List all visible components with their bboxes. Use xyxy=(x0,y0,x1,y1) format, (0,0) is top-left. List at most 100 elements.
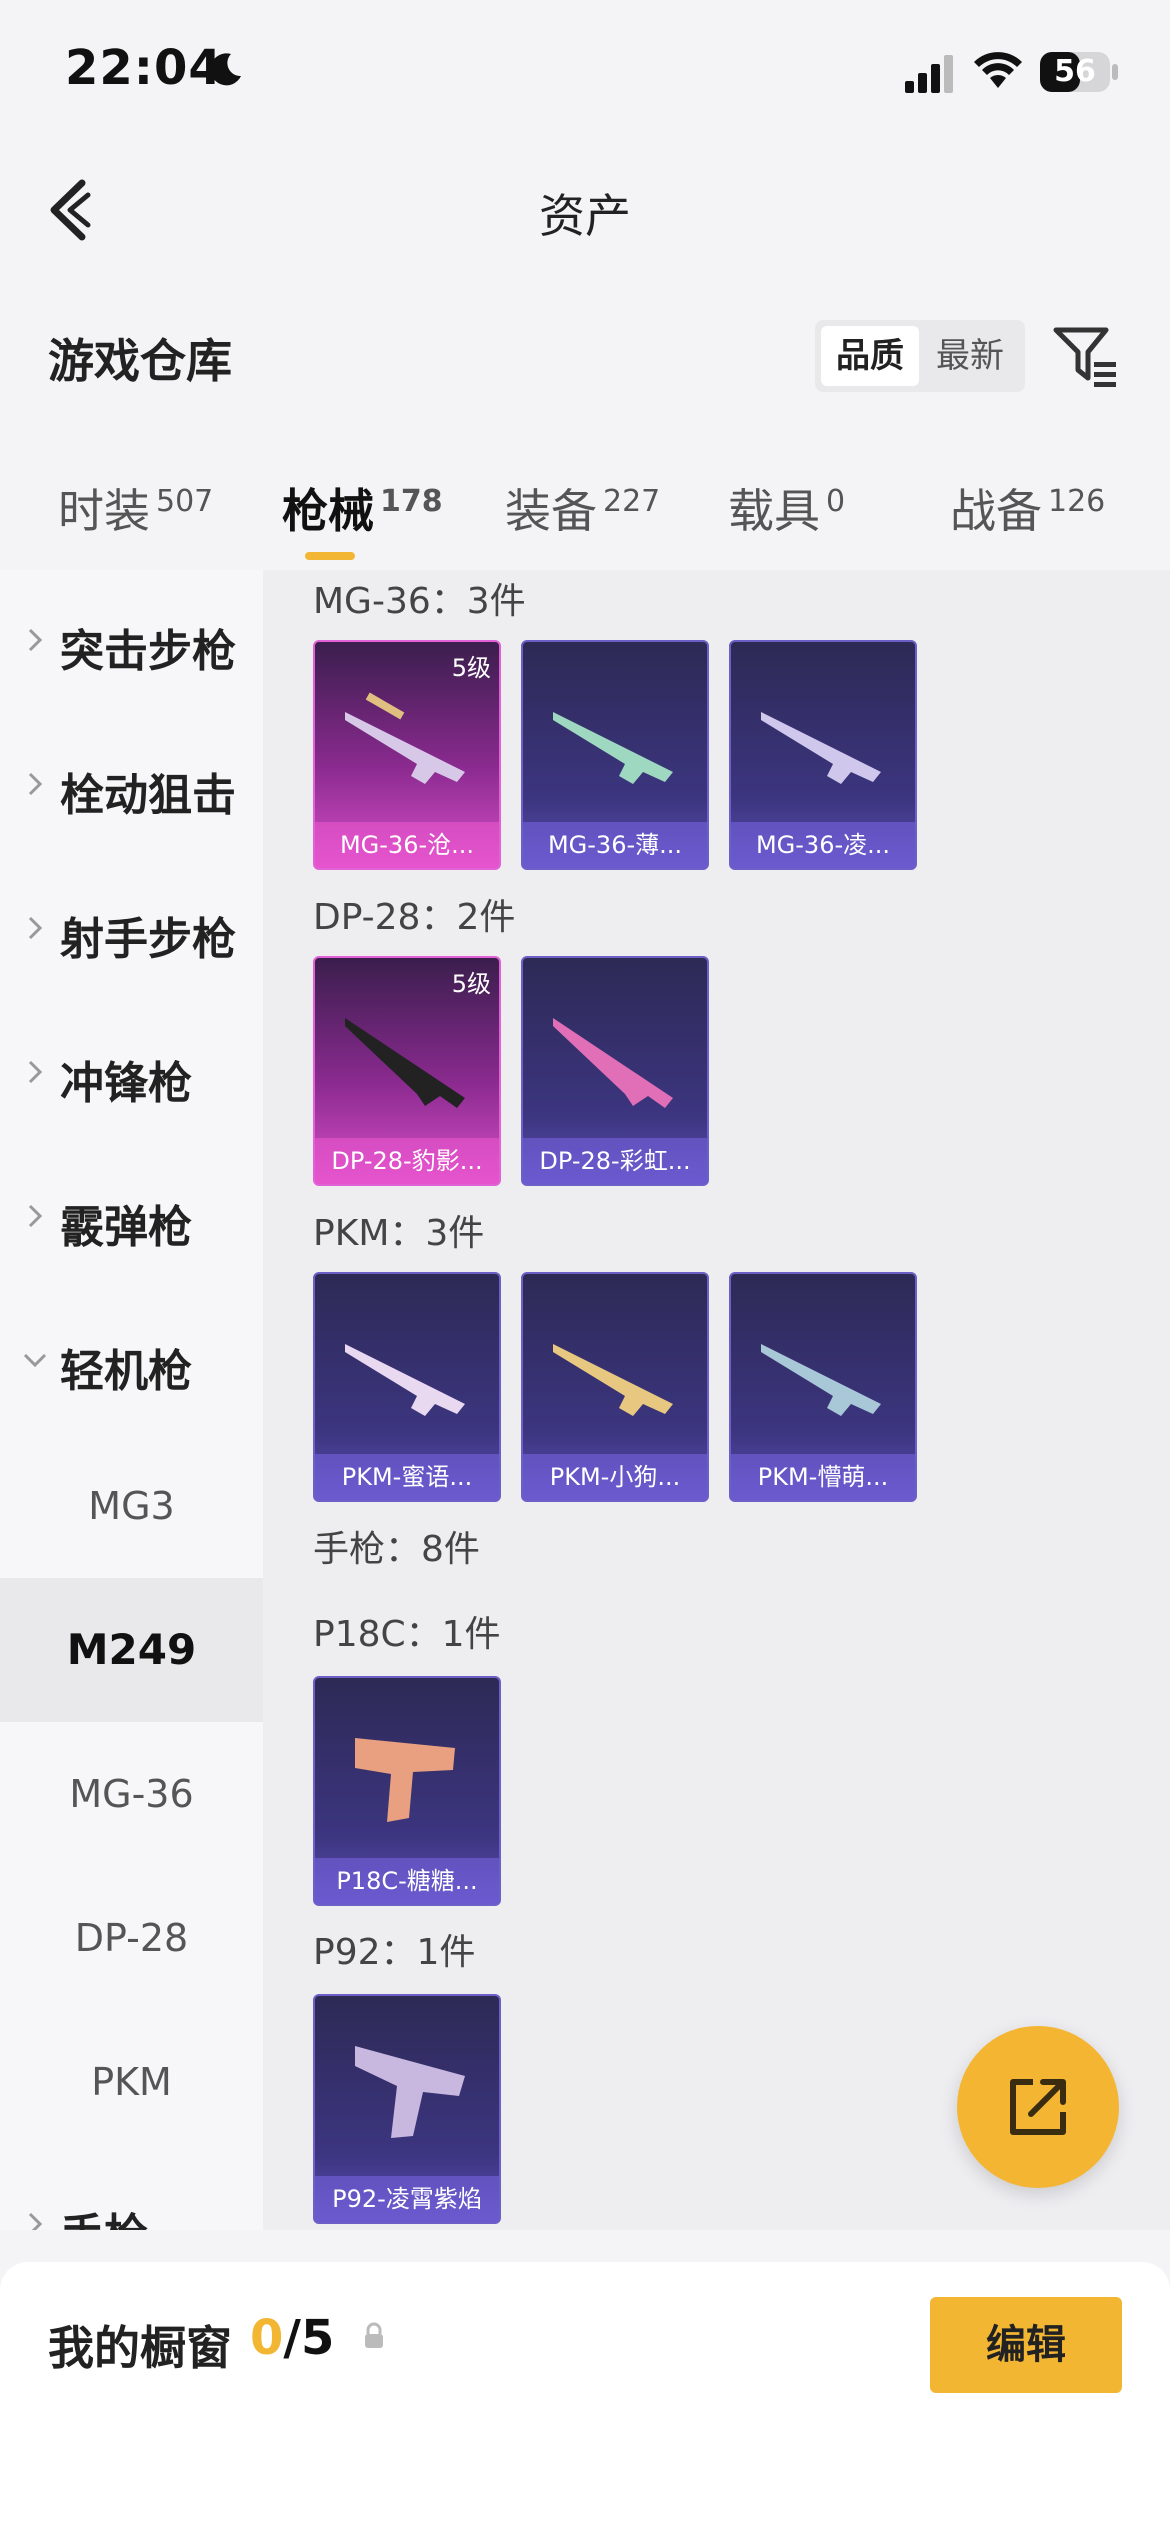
rifle-image xyxy=(761,712,881,784)
weapon-card[interactable]: PKM-蜜语... xyxy=(313,1272,501,1502)
active-tab-indicator xyxy=(305,552,355,560)
tab-count: 178 xyxy=(380,483,443,519)
tab-count: 126 xyxy=(1048,483,1106,519)
sidebar-sub-mg36[interactable]: MG-36 xyxy=(0,1722,263,1866)
sidebar-item-shotgun[interactable]: 霰弹枪 xyxy=(0,1146,263,1290)
tab-costume[interactable]: 时装 507 xyxy=(58,475,213,541)
sidebar-item-smg[interactable]: 冲锋枪 xyxy=(0,1002,263,1146)
tab-label: 时装 xyxy=(58,484,150,538)
rifle-image xyxy=(345,1344,465,1416)
chevron-right-icon xyxy=(28,1060,43,1084)
sidebar-item-label: 手枪 xyxy=(60,2199,148,2230)
battery-icon: 56 xyxy=(1040,52,1110,92)
tab-vehicles[interactable]: 载具 0 xyxy=(728,475,845,541)
share-button[interactable] xyxy=(957,2026,1119,2188)
sidebar-item-assault-rifle[interactable]: 突击步枪 xyxy=(0,570,263,714)
rifle-image xyxy=(345,1018,465,1108)
weapon-category-sidebar: 突击步枪 栓动狙击 射手步枪 冲锋枪 霰弹枪 轻机枪 MG3 M249 MG-3… xyxy=(0,570,263,2230)
showcase-title: 我的橱窗 xyxy=(48,2321,232,2375)
group-title: PKM：3件 xyxy=(313,1213,485,1254)
sidebar-sub-m249[interactable]: M249 xyxy=(0,1578,263,1722)
weapon-name: DP-28-彩虹... xyxy=(523,1138,707,1184)
lock-icon xyxy=(365,2322,383,2348)
weapon-card[interactable]: P18C-糖糖... xyxy=(313,1676,501,1906)
weapon-name: P92-凌霄紫焰 xyxy=(315,2176,499,2222)
sidebar-item-lmg[interactable]: 轻机枪 xyxy=(0,1290,263,1434)
sort-latest-button[interactable]: 最新 xyxy=(921,326,1019,386)
showcase-total: /5 xyxy=(283,2310,335,2366)
sidebar-item-label: 轻机枪 xyxy=(60,1346,192,1397)
sidebar-sub-pkm[interactable]: PKM xyxy=(0,2010,263,2154)
rifle-image xyxy=(553,1018,673,1108)
category-tabs: 时装 507 枪械 178 装备 227 载具 0 战备 126 xyxy=(0,460,1170,570)
sidebar-item-label: 栓动狙击 xyxy=(60,770,236,821)
sidebar-sub-mg3[interactable]: MG3 xyxy=(0,1434,263,1578)
group-title: P92：1件 xyxy=(313,1932,476,1973)
weapon-card[interactable]: MG-36-凌... xyxy=(729,640,917,870)
sidebar-sub-dp28[interactable]: DP-28 xyxy=(0,1866,263,2010)
weapon-card[interactable]: PKM-懵萌... xyxy=(729,1272,917,1502)
rifle-image xyxy=(761,1344,881,1416)
share-icon xyxy=(1010,2079,1066,2135)
sort-toggle: 品质 最新 xyxy=(815,320,1025,392)
tab-equipment[interactable]: 装备 227 xyxy=(505,475,660,541)
top-nav: 资产 xyxy=(0,150,1170,270)
weapon-name: P18C-糖糖... xyxy=(315,1858,499,1904)
chevron-right-icon xyxy=(28,2212,43,2230)
group-title: 手枪：8件 xyxy=(313,1529,480,1570)
sidebar-item-label: 霰弹枪 xyxy=(60,1202,192,1253)
weapon-card[interactable]: P92-凌霄紫焰 xyxy=(313,1994,501,2224)
tab-count: 0 xyxy=(826,483,846,519)
weapon-card[interactable]: MG-36-薄... xyxy=(521,640,709,870)
tab-supplies[interactable]: 战备 126 xyxy=(950,475,1105,541)
sidebar-item-label: 射手步枪 xyxy=(60,914,236,965)
chevron-right-icon xyxy=(28,772,43,796)
tab-label: 战备 xyxy=(950,484,1042,538)
filter-icon[interactable] xyxy=(1050,320,1120,390)
rifle-image xyxy=(345,692,465,784)
weapon-name: DP-28-豹影... xyxy=(315,1138,499,1184)
group-title: MG-36：3件 xyxy=(313,581,526,622)
chevron-right-icon xyxy=(28,916,43,940)
showcase-current: 0 xyxy=(250,2310,284,2366)
tab-label: 枪械 xyxy=(282,484,374,538)
weapon-name: MG-36-凌... xyxy=(731,822,915,868)
weapon-name: PKM-蜜语... xyxy=(315,1454,499,1500)
sidebar-item-pistol[interactable]: 手枪 xyxy=(0,2154,263,2230)
sidebar-item-marksman-rifle[interactable]: 射手步枪 xyxy=(0,858,263,1002)
page-title: 资产 xyxy=(539,189,631,243)
section-title: 游戏仓库 xyxy=(48,334,232,388)
sort-quality-button[interactable]: 品质 xyxy=(821,326,919,386)
tab-count: 507 xyxy=(156,483,214,519)
tab-firearms[interactable]: 枪械 178 xyxy=(282,475,443,541)
weapon-card[interactable]: DP-28-彩虹... xyxy=(521,956,709,1186)
sidebar-item-label: 突击步枪 xyxy=(60,626,236,677)
tab-count: 227 xyxy=(603,483,661,519)
battery-percent: 56 xyxy=(1054,54,1096,89)
showcase-count: 0/5 xyxy=(250,2310,334,2366)
status-bar: 22:04 56 xyxy=(0,0,1170,150)
weapon-card[interactable]: 5级 MG-36-沧... xyxy=(313,640,501,870)
chevron-right-icon xyxy=(28,1204,43,1228)
pistol-image xyxy=(355,1738,455,1822)
weapon-card[interactable]: 5级 DP-28-豹影... xyxy=(313,956,501,1186)
moon-icon xyxy=(210,53,241,86)
status-time: 22:04 xyxy=(65,40,223,96)
battery-tip xyxy=(1112,64,1118,80)
group-title: DP-28：2件 xyxy=(313,897,516,938)
weapon-card[interactable]: PKM-小狗... xyxy=(521,1272,709,1502)
pistol-image xyxy=(355,2046,465,2138)
weapon-name: PKM-懵萌... xyxy=(731,1454,915,1500)
group-title: P18C：1件 xyxy=(313,1614,501,1655)
signal-icon xyxy=(905,55,953,93)
wifi-icon xyxy=(974,52,1022,88)
showcase-bar: 我的橱窗 0/5 编辑 xyxy=(0,2262,1170,2532)
weapon-name: MG-36-薄... xyxy=(523,822,707,868)
edit-button[interactable]: 编辑 xyxy=(930,2297,1122,2393)
chevron-down-icon xyxy=(23,1353,47,1368)
chevron-right-icon xyxy=(28,628,43,652)
tab-label: 装备 xyxy=(505,484,597,538)
sidebar-item-label: 冲锋枪 xyxy=(60,1058,192,1109)
rifle-image xyxy=(553,712,673,784)
sidebar-item-bolt-sniper[interactable]: 栓动狙击 xyxy=(0,714,263,858)
